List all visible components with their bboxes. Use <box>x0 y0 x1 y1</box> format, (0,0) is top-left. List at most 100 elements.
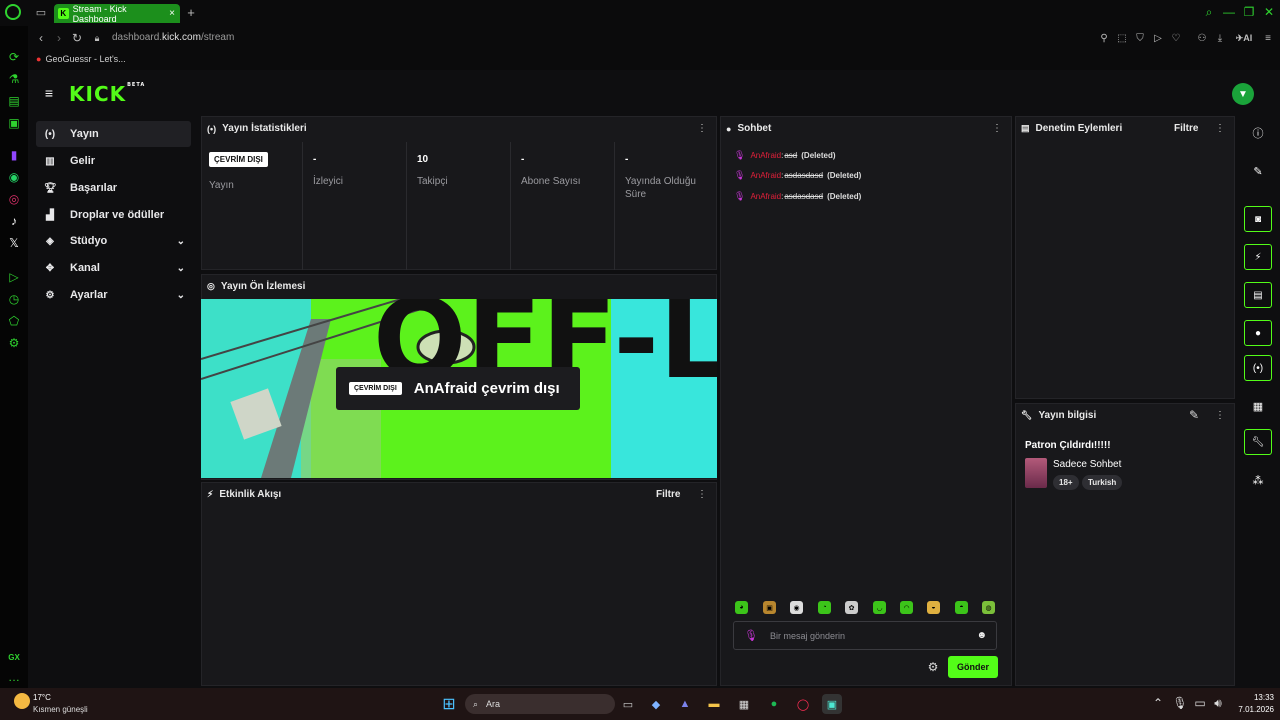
whatsapp-icon[interactable]: ◉ <box>0 166 28 188</box>
activity-filter-button[interactable]: Filtre <box>656 489 680 500</box>
url-field[interactable]: dashboard.kick.com/stream <box>112 32 234 43</box>
category-name[interactable]: Sadece Sohbet <box>1053 459 1121 470</box>
bookmark-geoguessr[interactable]: ● GeoGuessr - Let's... <box>36 54 126 64</box>
gx-cleaner-icon[interactable]: ▤ <box>0 90 28 112</box>
reload-icon[interactable]: ↻ <box>70 31 84 45</box>
emote-icon[interactable]: ◔ <box>818 601 831 614</box>
widgets-icon[interactable]: ⁂ <box>1244 467 1272 493</box>
preview-toggle-icon[interactable]: ◙ <box>1244 206 1272 232</box>
stats-options-icon[interactable]: ⋮ <box>697 123 707 134</box>
forward-icon[interactable]: › <box>52 31 66 45</box>
menu-icon[interactable]: ≡ <box>1262 31 1274 45</box>
kick-logo[interactable]: KICKBETA <box>69 82 145 106</box>
emote-icon[interactable]: ◠ <box>900 601 913 614</box>
gx-settings-icon[interactable]: ⚙ <box>0 332 28 354</box>
emote-icon[interactable]: ◕ <box>735 601 748 614</box>
sidebar-item-droplar[interactable]: ▟ Droplar ve ödüller <box>36 202 191 228</box>
copilot-icon[interactable]: ◆ <box>646 694 666 714</box>
gx-player-icon[interactable]: ▣ <box>0 112 28 134</box>
sidebar-item-basarilar[interactable]: 🏆︎ Başarılar <box>36 175 191 201</box>
tiktok-icon[interactable]: ♪ <box>0 210 28 232</box>
emote-icon[interactable]: ▣ <box>763 601 776 614</box>
moderation-options-icon[interactable]: ⋮ <box>1215 123 1225 134</box>
spotify-icon[interactable]: ● <box>764 694 784 714</box>
tab-close-icon[interactable]: × <box>169 8 175 19</box>
close-window-icon[interactable]: ✕ <box>1262 5 1276 19</box>
file-explorer-icon[interactable]: ▬ <box>704 694 724 714</box>
emote-icon[interactable]: ◉ <box>790 601 803 614</box>
restore-icon[interactable]: ❐ <box>1242 5 1256 19</box>
chat-message[interactable]: 🎙︎ AnAfraid: asd (Deleted) <box>734 150 836 161</box>
hamburger-menu-icon[interactable]: ≡ <box>42 85 56 101</box>
chevron-up-icon[interactable]: ⌃ <box>1152 696 1164 710</box>
display-icon[interactable]: ▭ <box>1194 696 1206 710</box>
sidebar-item-gelir[interactable]: ▥ Gelir <box>36 148 191 174</box>
download-icon[interactable]: ⤓ <box>1214 31 1226 45</box>
avatar[interactable]: ▼ <box>1232 83 1254 105</box>
activity-options-icon[interactable]: ⋮ <box>697 489 707 500</box>
lightning-toggle-icon[interactable]: ⚡︎ <box>1244 244 1272 270</box>
app-taskbar-icon[interactable]: ▣ <box>822 694 842 714</box>
mic-tray-icon[interactable]: 🎙︎ <box>1172 696 1187 710</box>
shield-icon[interactable]: ⛉ <box>1134 31 1146 45</box>
snapshot-icon[interactable]: ⬚ <box>1116 31 1128 45</box>
moderation-filter-button[interactable]: Filtre <box>1174 123 1198 134</box>
history-icon[interactable]: ◷ <box>0 288 28 310</box>
teams-icon[interactable]: ▲ <box>675 694 695 714</box>
windows-start-icon[interactable]: ⊞ <box>439 694 459 714</box>
gx-play-icon[interactable]: ▷ <box>0 266 28 288</box>
stream-info-options-icon[interactable]: ⋮ <box>1215 410 1225 421</box>
layout-icon[interactable]: ▦ <box>1244 393 1272 419</box>
ai-button[interactable]: ✈ AI <box>1232 31 1256 45</box>
weather-desc[interactable]: Kısmen güneşli <box>33 705 88 714</box>
chat-options-icon[interactable]: ⋮ <box>992 123 1002 134</box>
profile-icon[interactable]: ⚇ <box>1196 31 1208 45</box>
search-icon[interactable]: ⌕ <box>1202 5 1216 19</box>
clock-time[interactable]: 13:33 <box>1234 693 1274 702</box>
tab-kick-dashboard[interactable]: K Stream - Kick Dashboard × <box>54 4 180 24</box>
chat-message[interactable]: 🎙︎ AnAfraid: asdasdasd (Deleted) <box>734 191 861 202</box>
twitch-icon[interactable]: ▮ <box>0 144 28 166</box>
store-icon[interactable]: ▦ <box>734 694 754 714</box>
more-icon[interactable]: … <box>0 666 28 688</box>
emote-icon[interactable]: ✿ <box>845 601 858 614</box>
play-icon[interactable]: ▷ <box>1152 31 1164 45</box>
chat-toggle-icon[interactable]: ● <box>1244 320 1272 346</box>
log-toggle-icon[interactable]: ▤ <box>1244 282 1272 308</box>
emoji-icon[interactable]: ☻ <box>976 630 987 641</box>
broadcast-toggle-icon[interactable]: (•) <box>1244 355 1272 381</box>
chat-message[interactable]: 🎙︎ AnAfraid: asdasdasd (Deleted) <box>734 170 861 181</box>
pin-icon[interactable]: ⚲ <box>1098 31 1110 45</box>
back-icon[interactable]: ‹ <box>34 31 48 45</box>
weather-temp[interactable]: 17°C <box>33 693 51 702</box>
heart-icon[interactable]: ♡ <box>1170 31 1182 45</box>
send-button[interactable]: Gönder <box>948 656 998 678</box>
sidebar-item-studyo[interactable]: ◈ Stüdyo ⌄ <box>36 228 191 254</box>
gx-control-icon[interactable]: ⟳ <box>0 46 28 68</box>
emote-icon[interactable]: ◡ <box>873 601 886 614</box>
tag-pill[interactable]: 18+ <box>1053 475 1079 490</box>
chat-settings-icon[interactable]: ⚙ <box>926 660 940 674</box>
opera-gx-logo-icon[interactable] <box>5 4 21 20</box>
emote-icon[interactable]: ◍ <box>982 601 995 614</box>
tab-list-icon[interactable]: ▭ <box>34 5 48 19</box>
sidebar-item-kanal[interactable]: ✥ Kanal ⌄ <box>36 255 191 281</box>
taskbar-search[interactable]: ⌕ Ara <box>465 694 615 714</box>
weather-icon[interactable] <box>14 693 30 709</box>
gx-corner-icon[interactable]: ⚗ <box>0 68 28 90</box>
minimize-icon[interactable]: — <box>1222 5 1236 19</box>
emote-icon[interactable]: ◒ <box>927 601 940 614</box>
info-icon[interactable]: ⓘ <box>1244 120 1272 146</box>
task-view-icon[interactable]: ▭ <box>618 694 638 714</box>
new-tab-button[interactable]: + <box>184 5 198 20</box>
instagram-icon[interactable]: ◎ <box>0 188 28 210</box>
sidebar-item-ayarlar[interactable]: ⚙ Ayarlar ⌄ <box>36 282 191 308</box>
wrench-toggle-icon[interactable]: 🔧︎ <box>1244 429 1272 455</box>
opera-gx-taskbar-icon[interactable]: ◯ <box>793 694 813 714</box>
chat-input[interactable]: 🎙︎ Bir mesaj gönderin ☻ <box>733 621 997 650</box>
pencil-icon[interactable]: ✎ <box>1244 158 1272 184</box>
edit-icon[interactable]: ✎ <box>1188 408 1200 422</box>
emote-icon[interactable]: ◓ <box>955 601 968 614</box>
mic-icon[interactable]: 🎙︎ <box>744 629 758 642</box>
gx-mods-icon[interactable]: ⬠ <box>0 310 28 332</box>
